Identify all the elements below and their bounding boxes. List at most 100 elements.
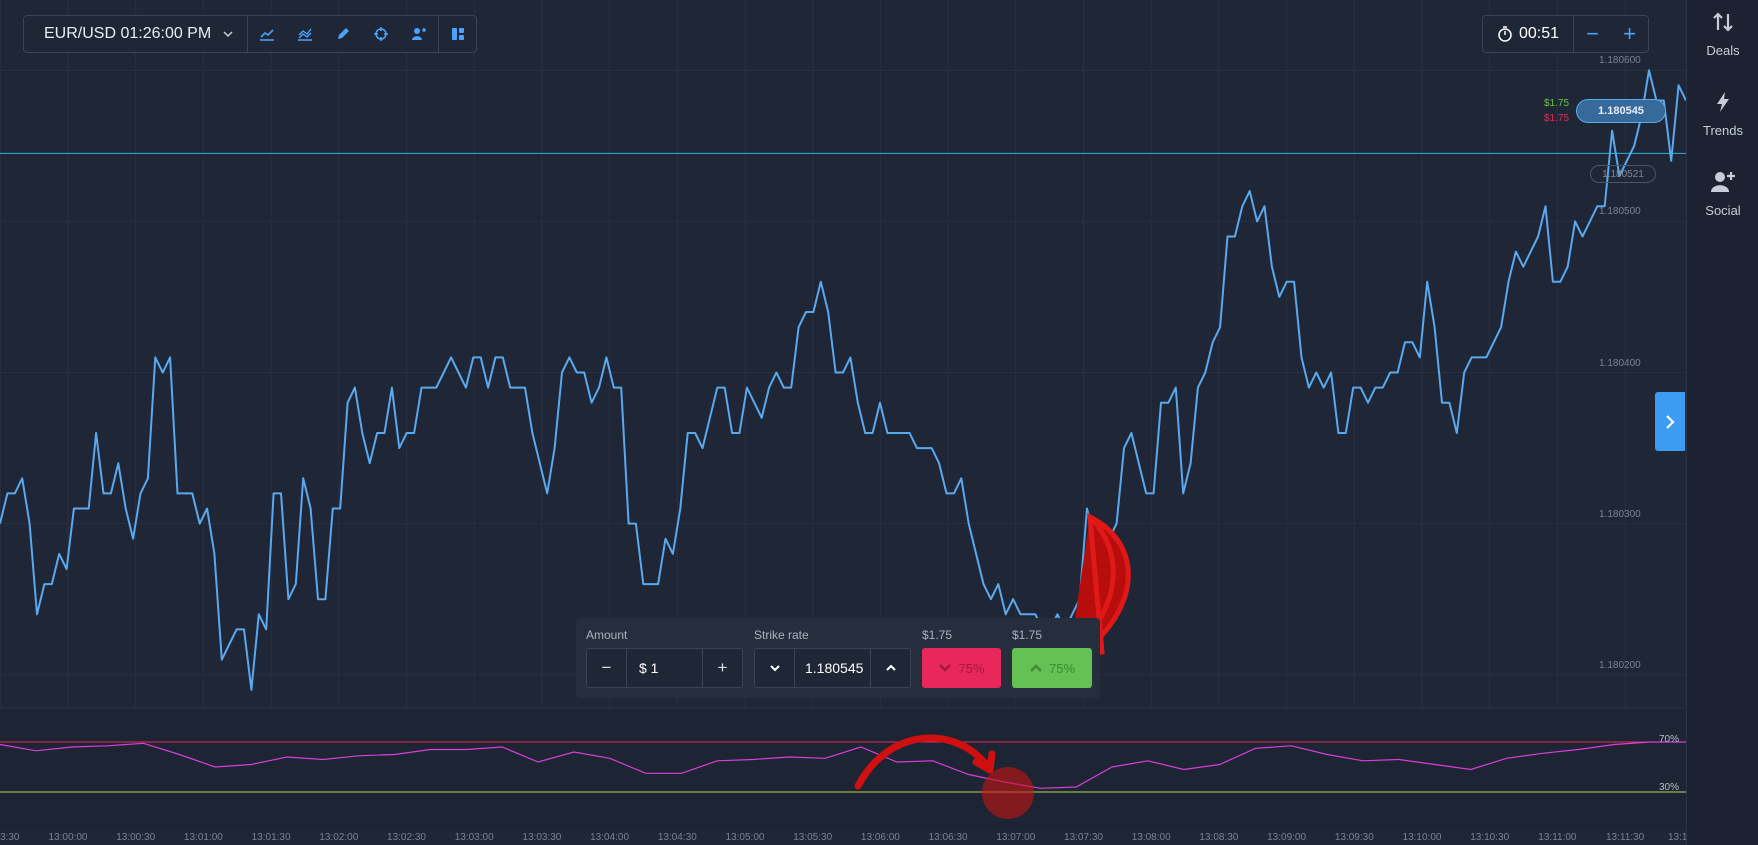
sidebar-item-social[interactable]: Social xyxy=(1687,170,1758,218)
y-tick-label: 1.180500 xyxy=(1599,206,1641,218)
amount-input[interactable] xyxy=(639,660,702,676)
x-tick-label: 13:03:00 xyxy=(454,832,494,843)
x-tick-label: 13:04:30 xyxy=(657,832,697,843)
x-tick-label: 13:02:30 xyxy=(387,832,426,843)
y-tick-label: 1.180300 xyxy=(1599,508,1641,520)
payout-up-label: $1.75 xyxy=(1544,98,1570,109)
strike-rate-stepper xyxy=(754,648,911,688)
rsi-upper-label: 70% xyxy=(1659,734,1680,745)
x-tick-label: 13:00:00 xyxy=(48,832,88,843)
sidebar-item-label: Social xyxy=(1705,203,1741,218)
x-tick-label: 13:01:00 xyxy=(183,832,223,843)
up-percent: 75% xyxy=(1048,660,1076,676)
strike-price-marker: 1.180521 xyxy=(1590,165,1656,183)
layout-grid-icon xyxy=(451,28,464,40)
add-friend-icon xyxy=(412,28,427,40)
down-percent: 75% xyxy=(958,660,985,676)
x-tick-label: 13:10:30 xyxy=(1470,832,1510,843)
chevron-down-icon xyxy=(223,31,233,38)
asset-selector[interactable]: EUR/USD 01:26:00 PM xyxy=(24,16,249,52)
price-chart[interactable] xyxy=(0,0,1686,845)
stopwatch-icon xyxy=(1498,26,1512,42)
sidebar-item-deals[interactable]: Deals xyxy=(1687,10,1758,58)
strike-rate-input[interactable] xyxy=(805,660,870,676)
trade-panel: Amount − + Strike rate $1.75 75% $1.75 xyxy=(576,618,1100,698)
amount-increase-button[interactable]: + xyxy=(703,649,742,687)
right-sidebar: Deals Trends Social xyxy=(1686,0,1758,845)
x-tick-label: 13:01:30 xyxy=(251,832,291,843)
x-tick-label: 13:07:30 xyxy=(1064,832,1103,843)
up-payout-label: $1.75 xyxy=(1012,628,1043,642)
x-tick-label: 13:04:00 xyxy=(590,832,630,843)
indicators-button[interactable] xyxy=(286,16,324,52)
x-tick-label: 13:11:30 xyxy=(1606,832,1645,843)
x-tick-label: 13:07:00 xyxy=(996,832,1036,843)
timer-value: 00:51 xyxy=(1519,25,1560,42)
x-tick-label: 13:09:00 xyxy=(1267,832,1307,843)
chevron-down-icon xyxy=(769,665,780,672)
x-tick-label: 13:06:00 xyxy=(860,832,900,843)
x-tick-label: 13:06:30 xyxy=(928,832,968,843)
y-tick-label: 1.180400 xyxy=(1599,357,1641,369)
x-tick-label: 13:08:00 xyxy=(1131,832,1171,843)
timer-decrease-button[interactable]: − xyxy=(1574,16,1611,52)
x-tick-label: 13:10:00 xyxy=(1402,832,1442,843)
expand-panel-button[interactable] xyxy=(1655,392,1685,451)
timer-increase-button[interactable]: + xyxy=(1611,16,1648,52)
x-tick-label: 13:08:30 xyxy=(1199,832,1239,843)
x-tick-label: 13:05:30 xyxy=(793,832,833,843)
indicators-icon xyxy=(298,28,313,41)
x-tick-label: 13:09:30 xyxy=(1334,832,1374,843)
x-tick-label: 13:11:00 xyxy=(1538,832,1577,843)
x-tick-label: 13:05:00 xyxy=(725,832,765,843)
amount-input-wrapper xyxy=(626,649,703,687)
add-user-icon xyxy=(1711,172,1735,192)
sidebar-item-label: Trends xyxy=(1703,123,1743,138)
x-tick-label: 3:30 xyxy=(0,832,20,843)
strike-input-wrapper xyxy=(794,649,871,687)
timer-display[interactable]: 00:51 xyxy=(1483,16,1575,52)
crosshair-button[interactable] xyxy=(362,16,400,52)
amount-stepper: − + xyxy=(586,648,743,688)
line-chart-button[interactable] xyxy=(248,16,286,52)
price-series-line xyxy=(0,69,1686,691)
x-tick-label: 13:02:00 xyxy=(319,832,359,843)
y-tick-label: 1.180200 xyxy=(1599,659,1641,671)
chevron-right-icon xyxy=(1666,414,1675,429)
asset-label: EUR/USD 01:26:00 PM xyxy=(44,25,212,42)
current-price-badge: 1.180545 xyxy=(1576,99,1666,123)
y-tick-label: 1.180600 xyxy=(1599,55,1641,67)
chevron-down-icon xyxy=(939,664,952,672)
strike-increase-button[interactable] xyxy=(871,649,910,687)
chevron-up-icon xyxy=(885,664,896,671)
amount-decrease-button[interactable]: − xyxy=(587,649,626,687)
crosshair-icon xyxy=(374,27,389,41)
chevron-up-icon xyxy=(1030,664,1042,672)
chart-grid xyxy=(0,0,1686,828)
chart-toolbar: EUR/USD 01:26:00 PM xyxy=(23,15,478,53)
draw-pen-icon xyxy=(338,28,350,39)
line-chart-icon xyxy=(260,29,275,41)
invite-friend-button[interactable] xyxy=(400,16,438,52)
annotation-rsi-circle xyxy=(982,767,1034,819)
expiry-timer: 00:51 − + xyxy=(1482,15,1650,53)
strike-rate-label: Strike rate xyxy=(754,628,809,642)
call-up-button[interactable]: 75% xyxy=(1012,648,1092,688)
down-payout-label: $1.75 xyxy=(922,628,953,642)
put-down-button[interactable]: 75% xyxy=(922,648,1001,688)
strike-decrease-button[interactable] xyxy=(755,649,794,687)
x-tick-label: 13:1 xyxy=(1668,832,1688,843)
rsi-lower-label: 30% xyxy=(1659,782,1680,793)
lightning-icon xyxy=(1717,92,1729,112)
layout-button[interactable] xyxy=(438,16,476,52)
sidebar-item-trends[interactable]: Trends xyxy=(1687,90,1758,138)
x-tick-label: 13:03:30 xyxy=(522,832,562,843)
amount-label: Amount xyxy=(586,628,628,642)
rsi-panel xyxy=(0,707,1686,828)
up-down-arrows-icon xyxy=(1713,12,1733,32)
trading-screen: 1.180600 1.180500 1.180400 1.180300 1.180200… xyxy=(0,0,1758,845)
sidebar-item-label: Deals xyxy=(1706,43,1740,58)
draw-button[interactable] xyxy=(324,16,362,52)
payout-down-label: $1.75 xyxy=(1544,113,1570,124)
x-tick-label: 13:00:30 xyxy=(116,832,156,843)
